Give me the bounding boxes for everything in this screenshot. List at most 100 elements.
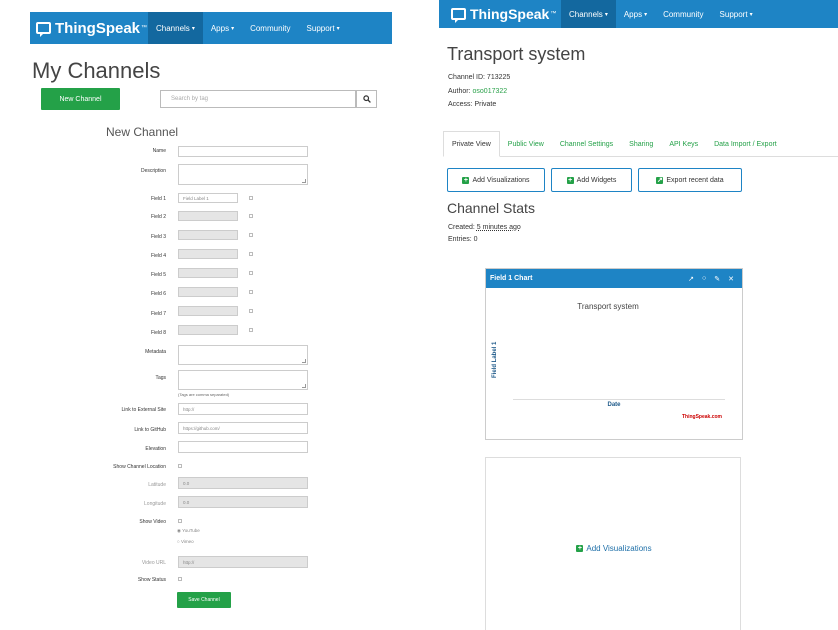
name-input[interactable] (178, 146, 308, 157)
latitude-input[interactable]: 0.0 (178, 477, 308, 489)
comment-icon[interactable]: ○ (702, 275, 706, 282)
nav-label: Support (719, 9, 748, 19)
tag-search-input[interactable]: Search by tag (160, 90, 356, 108)
github-input[interactable]: https://github.com/ (178, 422, 308, 434)
brand-logo[interactable]: ThingSpeak ™ (30, 20, 148, 37)
tab-private-view[interactable]: Private View (443, 131, 500, 157)
youtube-radio[interactable]: ◉ YouTube (177, 528, 200, 534)
video-url-input[interactable]: http:// (178, 556, 308, 568)
close-icon[interactable]: ✕ (728, 275, 734, 283)
nav-community[interactable]: Community (242, 12, 298, 44)
plus-icon: + (576, 545, 584, 552)
created-value: 5 minutes ago (476, 224, 521, 231)
tab-sharing[interactable]: Sharing (621, 132, 661, 156)
chart-header: Field 1 Chart ↗ ○ ✎ ✕ (486, 269, 742, 288)
field7-label: Field 7 (150, 311, 166, 317)
longitude-input[interactable]: 0.0 (178, 496, 308, 508)
chevron-down-icon: ▾ (644, 11, 648, 18)
tags-textarea[interactable] (178, 370, 308, 390)
chat-bubble-icon (36, 22, 51, 37)
field4-checkbox[interactable] (249, 252, 253, 256)
nav-label: Apps (210, 23, 230, 33)
nav-apps[interactable]: Apps ▾ (203, 12, 242, 44)
field1-label: Field 1 (150, 196, 166, 202)
field1-checkbox[interactable] (249, 196, 253, 200)
save-channel-button[interactable]: Save Channel (177, 592, 231, 608)
metadata-label: Metadata (145, 349, 166, 355)
tab-api-keys[interactable]: API Keys (661, 132, 706, 156)
nav-label: Apps (623, 9, 643, 19)
field2-label: Field 2 (150, 214, 166, 220)
pencil-icon[interactable]: ✎ (714, 275, 720, 283)
field6-checkbox[interactable] (249, 290, 253, 294)
chevron-down-icon: ▾ (231, 25, 235, 32)
visualization-placeholder: + Add Visualizations (485, 457, 741, 630)
metadata-textarea[interactable] (178, 345, 308, 365)
chart-credit[interactable]: ThingSpeak.com (682, 414, 722, 420)
plus-icon: + (566, 176, 574, 184)
new-channel-button[interactable]: New Channel (41, 88, 120, 110)
field1-input[interactable]: Field Label 1 (178, 193, 238, 203)
nav-label: Channels (569, 9, 603, 19)
field8-label: Field 8 (150, 330, 166, 336)
show-location-label: Show Channel Location (113, 464, 166, 470)
external-site-input[interactable]: http:// (178, 403, 308, 415)
show-status-checkbox[interactable] (178, 577, 182, 581)
nav-label: Channels (156, 23, 190, 33)
vimeo-label: Vimeo (180, 539, 194, 544)
nav-channels[interactable]: Channels ▾ (561, 0, 616, 28)
search-button[interactable] (356, 90, 377, 108)
field3-label: Field 3 (150, 234, 166, 240)
field3-input[interactable] (178, 230, 238, 240)
external-link-icon[interactable]: ↗ (688, 275, 694, 283)
add-widgets-button[interactable]: + Add Widgets (551, 168, 632, 192)
chart-y-label: Field Label 1 (492, 341, 498, 378)
nav-support[interactable]: Support ▾ (299, 12, 348, 44)
show-location-checkbox[interactable] (178, 464, 182, 468)
nav-apps[interactable]: Apps ▾ (616, 0, 655, 28)
channel-access: Access: Private (448, 101, 497, 108)
field3-checkbox[interactable] (249, 233, 253, 237)
field6-input[interactable] (178, 287, 238, 297)
plus-icon: + (462, 176, 470, 184)
chevron-down-icon: ▾ (749, 11, 753, 18)
author-link[interactable]: oso017322 (473, 88, 508, 95)
add-visualizations-button[interactable]: + Add Visualizations (447, 168, 545, 192)
tab-data-import-export[interactable]: Data Import / Export (706, 132, 785, 156)
add-visualizations-link-label: Add Visualizations (586, 544, 652, 553)
export-data-label: Export recent data (666, 176, 724, 184)
field2-input[interactable] (178, 211, 238, 221)
field5-checkbox[interactable] (249, 271, 253, 275)
field7-checkbox[interactable] (249, 309, 253, 313)
channel-id: Channel ID: 713225 (448, 74, 510, 81)
brand-logo[interactable]: ThingSpeak ™ (439, 6, 561, 23)
field4-label: Field 4 (150, 253, 166, 259)
field4-input[interactable] (178, 249, 238, 259)
new-channel-panel: ThingSpeak ™ Channels ▾ Apps ▾ Community Su… (0, 0, 395, 630)
nav-channels[interactable]: Channels ▾ (148, 12, 203, 44)
longitude-label: Longitude (144, 501, 166, 507)
channel-id-value: 713225 (486, 74, 511, 81)
tab-channel-settings[interactable]: Channel Settings (552, 132, 621, 156)
chevron-down-icon: ▾ (191, 25, 195, 32)
show-video-label: Show Video (139, 519, 166, 525)
field5-input[interactable] (178, 268, 238, 278)
nav-support[interactable]: Support ▾ (712, 0, 761, 28)
description-textarea[interactable] (178, 164, 308, 185)
navbar: ThingSpeak ™ Channels ▾ Apps ▾ Community Su… (30, 12, 392, 44)
vimeo-radio[interactable]: ○ Vimeo (177, 539, 194, 544)
field2-checkbox[interactable] (249, 214, 253, 218)
resize-handle-icon (302, 359, 306, 363)
nav-community[interactable]: Community (655, 0, 711, 28)
export-data-button[interactable]: ↗ Export recent data (638, 168, 742, 192)
elevation-input[interactable] (178, 441, 308, 453)
field8-input[interactable] (178, 325, 238, 335)
channel-view-panel: ThingSpeak ™ Channels ▾ Apps ▾ Community Su… (439, 0, 838, 630)
show-video-checkbox[interactable] (178, 519, 182, 523)
chevron-down-icon: ▾ (336, 25, 340, 32)
channel-title: Transport system (447, 44, 586, 64)
tab-public-view[interactable]: Public View (500, 132, 552, 156)
field7-input[interactable] (178, 306, 238, 316)
field8-checkbox[interactable] (249, 328, 253, 332)
add-visualizations-link[interactable]: + Add Visualizations (486, 544, 742, 553)
